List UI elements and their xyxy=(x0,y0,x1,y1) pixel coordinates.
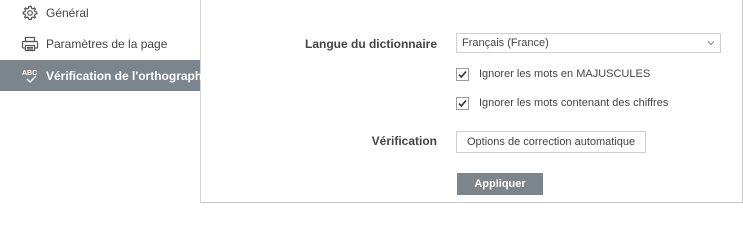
sidebar-item-label: Vérification de l'orthographe xyxy=(46,68,209,83)
dictionary-language-select[interactable]: Français (France) xyxy=(456,33,721,53)
ignore-uppercase-option[interactable]: Ignorer les mots en MAJUSCULES xyxy=(456,66,650,82)
dictionary-language-label: Langue du dictionnaire xyxy=(304,37,437,51)
sidebar-item-spellcheck[interactable]: ABC Vérification de l'orthographe xyxy=(0,60,209,91)
ignore-uppercase-checkbox[interactable] xyxy=(456,67,469,81)
sidebar-item-page-settings[interactable]: Paramètres de la page xyxy=(0,28,200,59)
sidebar-item-label: Général xyxy=(46,5,89,20)
ignore-digits-option[interactable]: Ignorer les mots contenant des chiffres xyxy=(456,95,668,111)
sidebar: Général Paramètres de la page ABC Vérifi xyxy=(0,0,209,203)
spellcheck-icon: ABC xyxy=(21,67,39,85)
ignore-uppercase-label: Ignorer les mots en MAJUSCULES xyxy=(479,68,651,80)
apply-button[interactable]: Appliquer xyxy=(457,173,543,195)
sidebar-item-general[interactable]: Général xyxy=(0,0,200,28)
svg-text:ABC: ABC xyxy=(22,70,37,77)
chevron-down-icon xyxy=(706,37,716,49)
ignore-digits-label: Ignorer les mots contenant des chiffres xyxy=(479,97,669,109)
gear-icon xyxy=(21,4,39,22)
main-content: Langue du dictionnaire Français (France)… xyxy=(201,0,741,203)
verification-label: Vérification xyxy=(371,134,437,148)
ignore-digits-checkbox[interactable] xyxy=(456,96,469,110)
dictionary-language-value: Français (France) xyxy=(462,37,549,49)
autocorrect-options-button[interactable]: Options de correction automatique xyxy=(456,131,647,153)
sidebar-item-label: Paramètres de la page xyxy=(46,36,168,51)
printer-icon xyxy=(21,35,39,53)
